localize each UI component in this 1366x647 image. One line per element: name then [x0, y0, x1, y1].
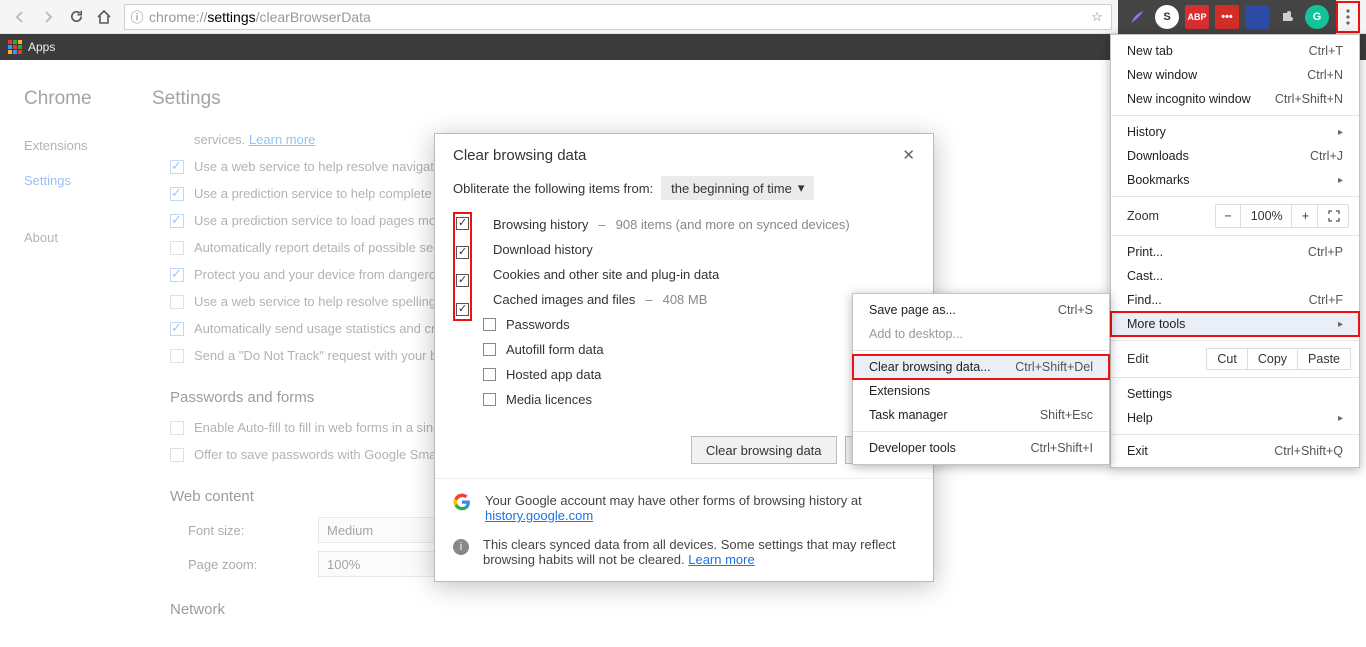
dialog-footer-google: Your Google account may have other forms… — [435, 478, 933, 537]
address-bar[interactable]: ⓘ chrome://settings/clearBrowserData ☆ — [124, 4, 1112, 30]
menu-new-incognito[interactable]: New incognito windowCtrl+Shift+N — [1111, 87, 1359, 111]
checkbox-icon — [170, 241, 184, 255]
page-title: Settings — [152, 88, 221, 110]
url-text: chrome://settings/clearBrowserData — [149, 9, 1083, 25]
menu-bookmarks[interactable]: Bookmarks — [1111, 168, 1359, 192]
zoom-value: 100% — [1243, 205, 1292, 227]
menu-extensions[interactable]: Extensions — [853, 379, 1109, 403]
menu-add-desktop[interactable]: Add to desktop... — [853, 322, 1109, 346]
cbd-item[interactable]: Media licences — [483, 387, 915, 412]
dialog-title: Clear browsing data — [453, 147, 586, 164]
apps-grid-icon — [8, 40, 22, 54]
cbd-item[interactable]: Hosted app data — [483, 362, 915, 387]
menu-copy[interactable]: Copy — [1248, 349, 1298, 369]
chevron-down-icon: ▾ — [798, 180, 805, 196]
ext-puzzle-icon[interactable] — [1275, 5, 1299, 29]
apps-shortcut[interactable]: Apps — [8, 40, 55, 54]
cbd-item[interactable]: Download history — [483, 237, 915, 262]
google-logo-icon — [453, 493, 471, 511]
checkbox-icon — [170, 322, 184, 336]
menu-help[interactable]: Help — [1111, 406, 1359, 430]
browser-toolbar: ⓘ chrome://settings/clearBrowserData ☆ S… — [0, 0, 1366, 34]
history-google-link[interactable]: history.google.com — [485, 508, 593, 523]
fullscreen-icon[interactable] — [1320, 205, 1348, 227]
time-range-row: Obliterate the following items from: the… — [453, 176, 915, 200]
menu-developer-tools[interactable]: Developer toolsCtrl+Shift+I — [853, 436, 1109, 460]
learn-more-link[interactable]: Learn more — [249, 132, 315, 147]
sidebar-item-extensions[interactable]: Extensions — [24, 128, 152, 163]
checkbox-icon — [170, 160, 184, 174]
menu-print[interactable]: Print...Ctrl+P — [1111, 240, 1359, 264]
cbd-item[interactable]: Browsing history – 908 items (and more o… — [483, 212, 915, 237]
settings-sidebar: Chrome Extensions Settings About — [2, 60, 152, 645]
sidebar-item-settings[interactable]: Settings — [24, 163, 152, 198]
sidebar-item-about[interactable]: About — [24, 220, 152, 255]
cbd-item[interactable]: Autofill form data — [483, 337, 915, 362]
home-button[interactable] — [90, 3, 118, 31]
close-icon[interactable]: ✕ — [902, 146, 915, 164]
menu-downloads[interactable]: DownloadsCtrl+J — [1111, 144, 1359, 168]
reload-button[interactable] — [62, 3, 90, 31]
apps-label: Apps — [28, 40, 55, 54]
chrome-menu-button[interactable] — [1336, 1, 1360, 33]
brand-title: Chrome — [24, 88, 152, 110]
zoom-minus[interactable]: − — [1216, 205, 1240, 227]
zoom-plus[interactable]: + — [1294, 205, 1318, 227]
info-icon: i — [453, 539, 469, 555]
menu-clear-browsing-data[interactable]: Clear browsing data...Ctrl+Shift+Del — [853, 355, 1109, 379]
menu-task-manager[interactable]: Task managerShift+Esc — [853, 403, 1109, 427]
menu-more-tools[interactable]: More tools — [1111, 312, 1359, 336]
menu-cut[interactable]: Cut — [1207, 349, 1247, 369]
back-button[interactable] — [6, 3, 34, 31]
dialog-footer-sync: i This clears synced data from all devic… — [435, 537, 933, 581]
learn-more-link[interactable]: Learn more — [688, 552, 754, 567]
ext-grammarly-icon[interactable]: G — [1305, 5, 1329, 29]
checkbox-icon — [170, 214, 184, 228]
checkbox-icon — [170, 187, 184, 201]
menu-history[interactable]: History — [1111, 120, 1359, 144]
ext-blue-icon[interactable] — [1245, 5, 1269, 29]
menu-settings[interactable]: Settings — [1111, 382, 1359, 406]
extensions-row: S ABP ••• G — [1118, 0, 1336, 34]
bookmark-star-icon[interactable]: ☆ — [1083, 9, 1111, 25]
clear-browsing-data-button[interactable]: Clear browsing data — [691, 436, 837, 464]
checkbox-icon — [170, 295, 184, 309]
ext-quill-icon[interactable] — [1125, 5, 1149, 29]
ext-abp-icon[interactable]: ABP — [1185, 5, 1209, 29]
more-tools-submenu: Save page as...Ctrl+S Add to desktop... … — [852, 293, 1110, 465]
cbd-item[interactable]: Cached images and files – 408 MB — [483, 287, 915, 312]
dialog-checkbox[interactable]: ✓ — [456, 274, 469, 287]
menu-new-tab[interactable]: New tabCtrl+T — [1111, 39, 1359, 63]
chrome-menu: New tabCtrl+T New windowCtrl+N New incog… — [1110, 34, 1360, 468]
menu-paste[interactable]: Paste — [1298, 349, 1350, 369]
ext-skype-icon[interactable]: S — [1155, 5, 1179, 29]
section-network: Network — [170, 601, 872, 618]
checkbox-icon — [170, 268, 184, 282]
cbd-item[interactable]: Cookies and other site and plug-in data — [483, 262, 915, 287]
menu-exit[interactable]: ExitCtrl+Shift+Q — [1111, 439, 1359, 463]
ext-lastpass-icon[interactable]: ••• — [1215, 5, 1239, 29]
dialog-checkbox[interactable] — [483, 318, 496, 331]
menu-edit: Edit Cut Copy Paste — [1111, 345, 1359, 373]
checkbox-icon — [170, 349, 184, 363]
dialog-checkbox[interactable] — [483, 368, 496, 381]
forward-button[interactable] — [34, 3, 62, 31]
menu-zoom: Zoom − 100% + — [1111, 201, 1359, 231]
menu-cast[interactable]: Cast... — [1111, 264, 1359, 288]
site-info-icon[interactable]: ⓘ — [125, 7, 149, 26]
dialog-checkbox[interactable]: ✓ — [456, 303, 469, 316]
menu-save-page[interactable]: Save page as...Ctrl+S — [853, 298, 1109, 322]
dialog-checkbox[interactable] — [483, 343, 496, 356]
dialog-checkbox[interactable]: ✓ — [456, 246, 469, 259]
menu-new-window[interactable]: New windowCtrl+N — [1111, 63, 1359, 87]
cbd-item[interactable]: Passwords — [483, 312, 915, 337]
menu-find[interactable]: Find...Ctrl+F — [1111, 288, 1359, 312]
time-range-select[interactable]: the beginning of time ▾ — [661, 176, 814, 200]
dialog-checkbox[interactable] — [483, 393, 496, 406]
dialog-checkbox[interactable]: ✓ — [456, 217, 469, 230]
